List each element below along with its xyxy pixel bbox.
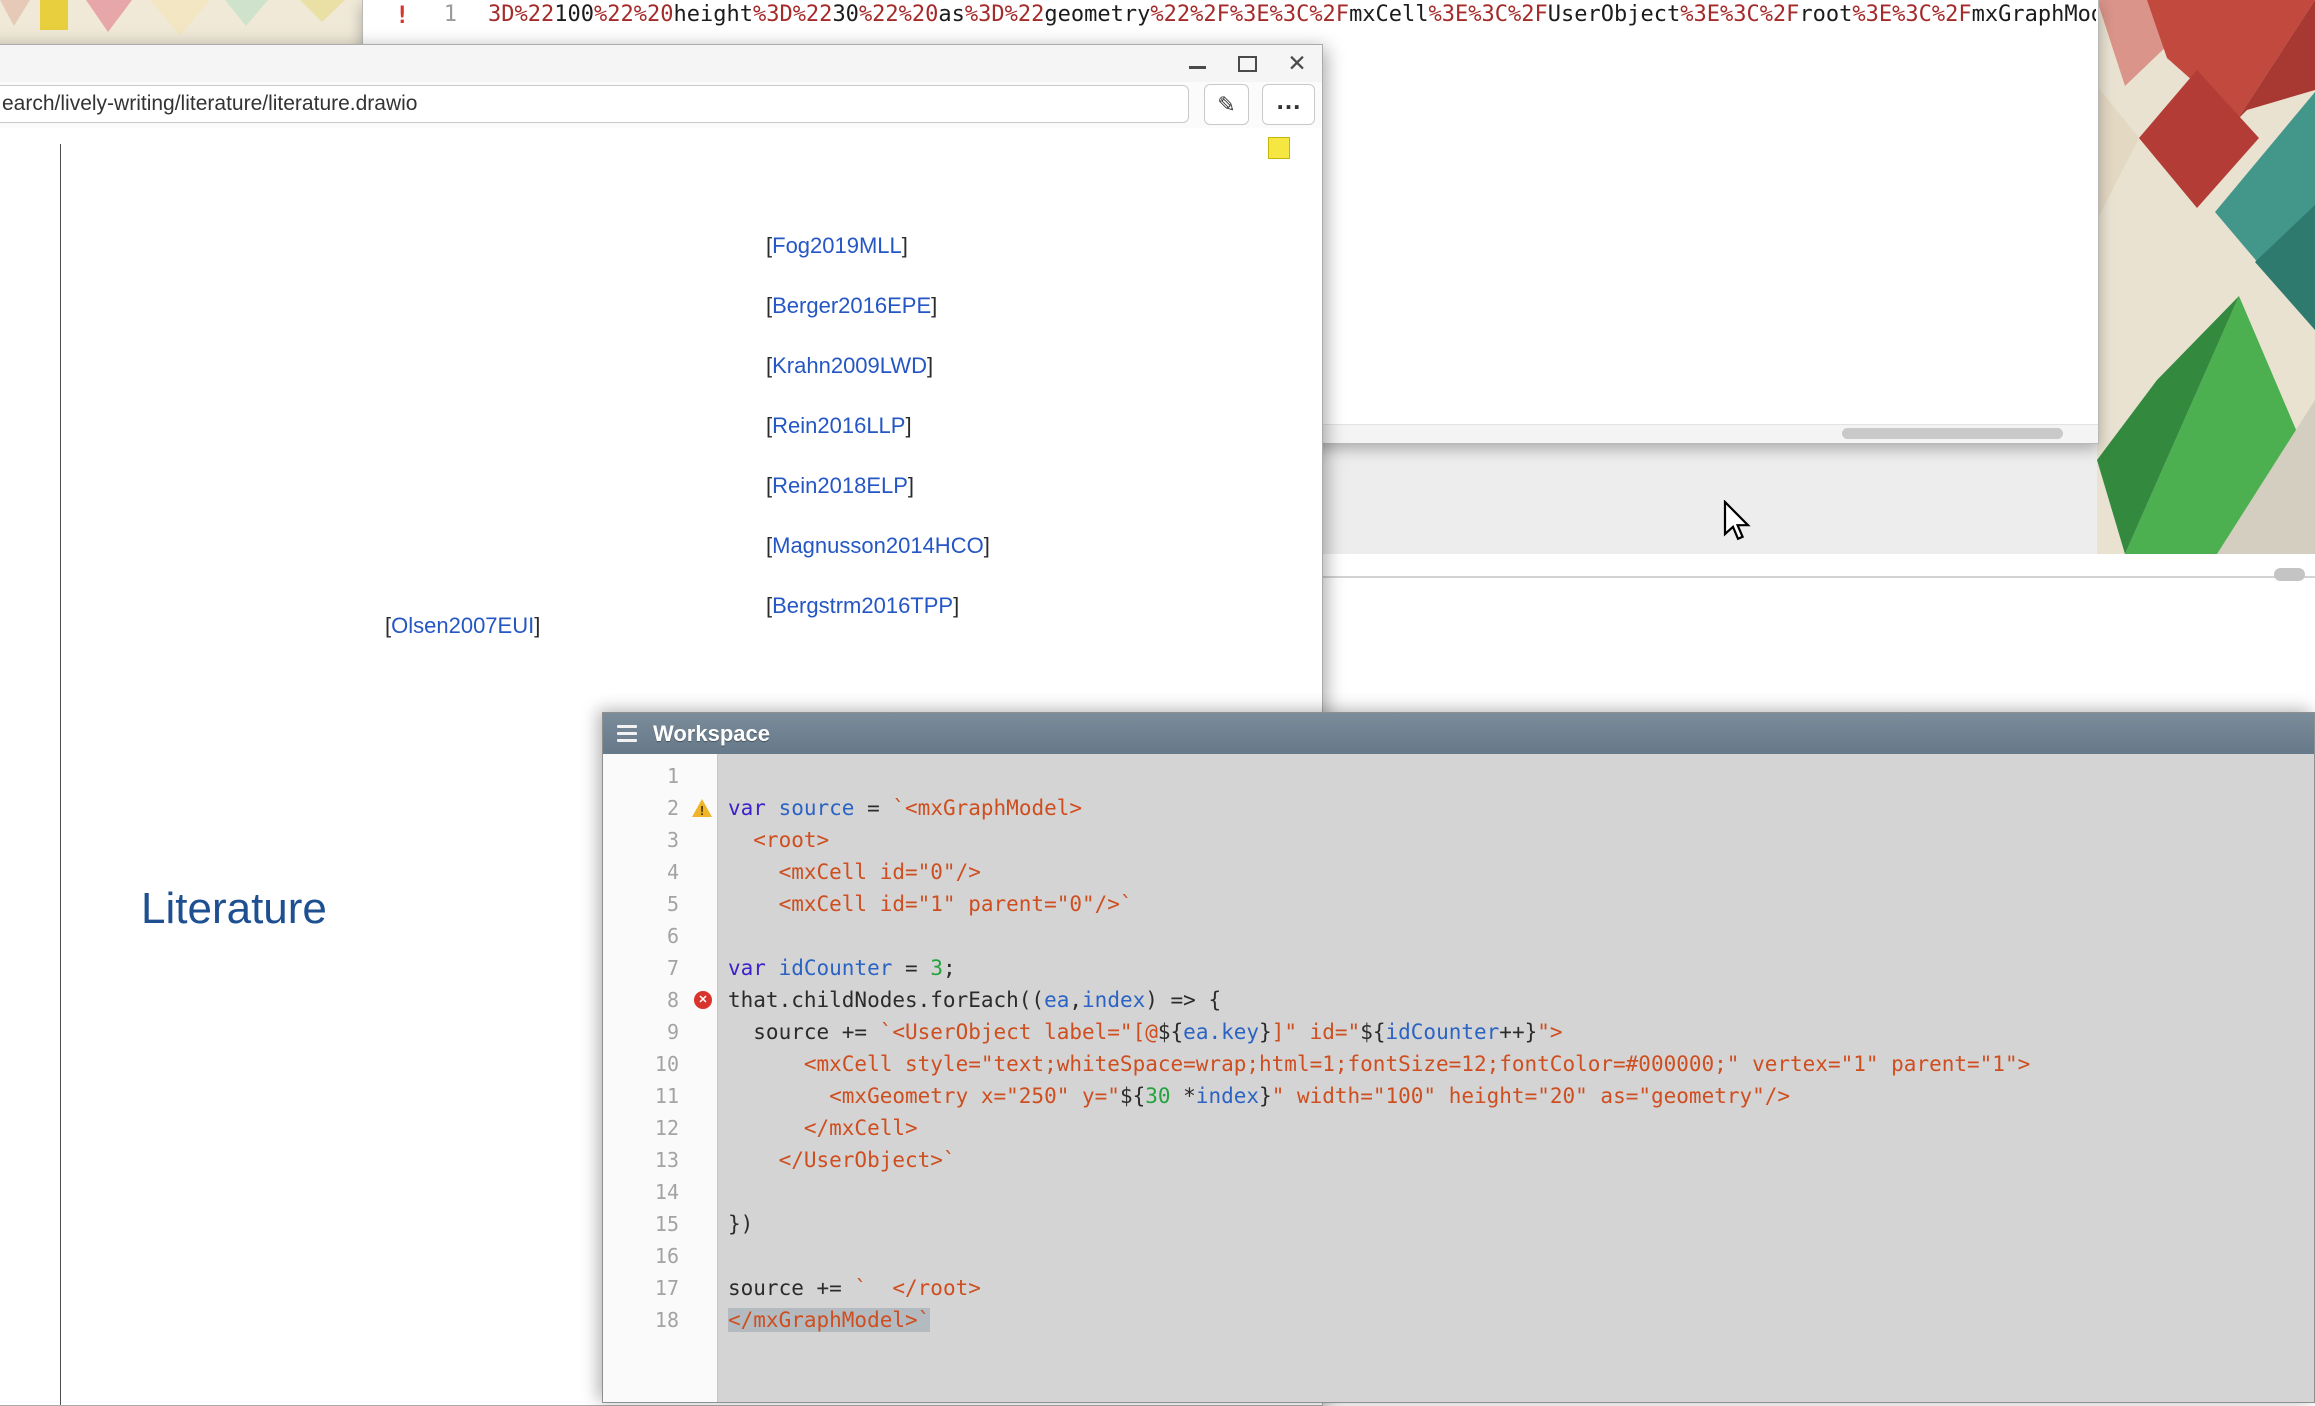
encoded-code-line[interactable]: 3D%22100%22%20height%3D%2230%22%20as%3D%…: [488, 0, 2096, 35]
citation-link[interactable]: [Berger2016EPE]: [766, 276, 990, 336]
code-line[interactable]: [718, 1176, 2314, 1208]
file-path-input[interactable]: [0, 85, 1189, 123]
code-line[interactable]: <mxGeometry x="250" y="${30 *index}" wid…: [718, 1080, 2314, 1112]
literature-heading[interactable]: Literature: [141, 884, 327, 934]
code-line[interactable]: var source = `<mxGraphModel>: [718, 792, 2314, 824]
drawio-url-row: ✎ …: [0, 82, 1322, 129]
code-line[interactable]: </mxGraphModel>`: [718, 1304, 2314, 1336]
drawio-titlebar: ✕: [0, 45, 1322, 82]
minimize-button[interactable]: [1180, 48, 1214, 80]
close-icon: ✕: [1287, 52, 1306, 75]
citation-list: [Fog2019MLL][Berger2016EPE][Krahn2009LWD…: [766, 216, 990, 636]
code-line[interactable]: source += `<UserObject label="[@${ea.key…: [718, 1016, 2314, 1048]
line-number: 1: [423, 0, 457, 35]
maximize-button[interactable]: [1230, 48, 1264, 80]
code-line[interactable]: [718, 920, 2314, 952]
code-line[interactable]: <root>: [718, 824, 2314, 856]
workspace-title: Workspace: [653, 721, 770, 747]
menu-icon[interactable]: [617, 725, 637, 742]
citation-link[interactable]: [Fog2019MLL]: [766, 216, 990, 276]
citation-link[interactable]: [Bergstrm2016TPP]: [766, 576, 990, 636]
mouse-cursor: [1723, 500, 1753, 544]
background-app-area: [1321, 443, 2097, 554]
code-line[interactable]: <mxCell style="text;whiteSpace=wrap;html…: [718, 1048, 2314, 1080]
workspace-code[interactable]: var source = `<mxGraphModel> <root> <mxC…: [718, 754, 2314, 1402]
ellipsis-icon: …: [1276, 95, 1302, 105]
maximize-icon: [1238, 56, 1257, 72]
page-boundary-line: [60, 144, 61, 1405]
workspace-titlebar[interactable]: Workspace: [603, 713, 2314, 754]
selection-handle[interactable]: [1268, 137, 1290, 159]
code-line[interactable]: </UserObject>`: [718, 1144, 2314, 1176]
workspace-editor: 12!345678✕9101112131415161718 var source…: [603, 754, 2314, 1402]
desktop-wallpaper-left: [0, 0, 362, 44]
code-line[interactable]: source += ` </root>: [718, 1272, 2314, 1304]
error-icon: ✕: [694, 991, 712, 1009]
code-line[interactable]: <mxCell id="0"/>: [718, 856, 2314, 888]
window-divider: [1321, 576, 2315, 578]
code-line[interactable]: var idCounter = 3;: [718, 952, 2314, 984]
edit-button[interactable]: ✎: [1204, 84, 1249, 125]
code-line[interactable]: [718, 1240, 2314, 1272]
code-line[interactable]: }): [718, 1208, 2314, 1240]
desktop-wallpaper-right: [2097, 0, 2315, 554]
more-options-button[interactable]: …: [1262, 84, 1315, 125]
error-annotation: !: [395, 0, 409, 35]
citation-link[interactable]: [Rein2018ELP]: [766, 456, 990, 516]
pencil-icon: ✎: [1217, 92, 1235, 118]
minimize-icon: [1189, 66, 1206, 69]
close-button[interactable]: ✕: [1280, 48, 1314, 80]
code-line[interactable]: </mxCell>: [718, 1112, 2314, 1144]
scrollbar-thumb-small[interactable]: [2274, 568, 2305, 581]
citation-link[interactable]: [Krahn2009LWD]: [766, 336, 990, 396]
workspace-gutter: 12!345678✕9101112131415161718: [603, 754, 718, 1402]
side-citation: [Olsen2007EUI]: [385, 596, 540, 656]
code-line[interactable]: <mxCell id="1" parent="0"/>`: [718, 888, 2314, 920]
code-line[interactable]: [718, 760, 2314, 792]
workspace-window: Workspace 12!345678✕9101112131415161718 …: [602, 712, 2315, 1403]
citation-link[interactable]: [Magnusson2014HCO]: [766, 516, 990, 576]
horizontal-scrollbar-thumb[interactable]: [1842, 428, 2063, 439]
citation-link[interactable]: [Olsen2007EUI]: [385, 596, 540, 656]
citation-link[interactable]: [Rein2016LLP]: [766, 396, 990, 456]
code-line[interactable]: that.childNodes.forEach((ea,index) => {: [718, 984, 2314, 1016]
